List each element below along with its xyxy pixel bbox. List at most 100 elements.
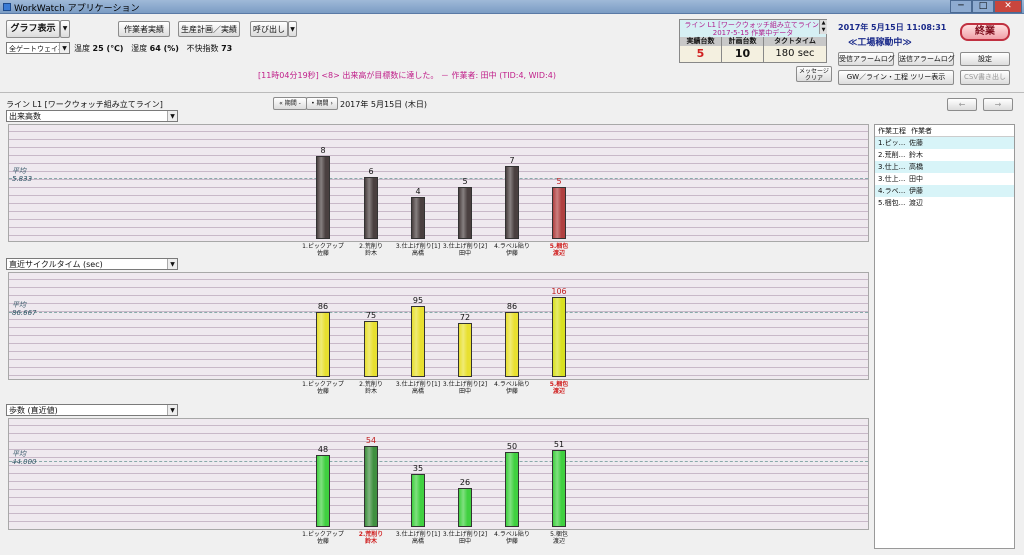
- bar-category-worker: 鈴木: [364, 538, 377, 545]
- temp-value: 25 (℃): [92, 44, 124, 53]
- humidity-label: 湿度: [131, 44, 148, 53]
- bar-category-label: 3.仕上げ削り[1] 高橋: [394, 381, 442, 395]
- chart-bar[interactable]: [552, 297, 566, 377]
- gridline: [9, 481, 868, 482]
- worker-list-row[interactable]: 2.荒削... 鈴木: [875, 149, 1014, 161]
- bar-category-label: 3.仕上げ削り[1] 高橋: [394, 531, 442, 545]
- chart-bar[interactable]: [316, 454, 330, 527]
- worker-list-header-process: 作業工程: [878, 127, 906, 135]
- chart-bar[interactable]: [411, 305, 425, 377]
- period-line-title: ライン L1 [ワークウォッチ組み立てライン]: [6, 100, 163, 109]
- forward-button[interactable]: →: [983, 98, 1013, 111]
- gridline: [9, 497, 868, 498]
- tree-view-button[interactable]: GW／ライン・工程 ツリー表示: [838, 70, 954, 85]
- period-prev-button[interactable]: « 期間 -: [273, 97, 307, 110]
- gridline: [9, 351, 868, 352]
- end-work-button[interactable]: 終業: [960, 23, 1010, 41]
- gateway-select[interactable]: 全ゲートウェイ平均 ▼: [6, 42, 70, 54]
- chart-bar[interactable]: [458, 187, 472, 239]
- close-button[interactable]: ✕: [994, 0, 1022, 13]
- call-dropdown-icon[interactable]: ▼: [288, 21, 297, 37]
- chart-bar[interactable]: [505, 166, 519, 239]
- env-readings: 温度 25 (℃) 湿度 64 (%) 不快指数 73: [74, 43, 232, 54]
- chart-bar[interactable]: [411, 474, 425, 527]
- bar-value-label: 8: [320, 145, 326, 155]
- bar-category-worker: 渡辺: [552, 538, 565, 545]
- line-info-subtitle: 2017-5-15 作業中データ: [712, 29, 794, 37]
- chart-metric-select[interactable]: 歩数 (直近値) ▼: [6, 404, 178, 416]
- period-next-button[interactable]: • 期間 ›: [306, 97, 338, 110]
- bar-category-process: 3.仕上げ削り[1]: [395, 381, 441, 388]
- bar-category-worker: 田中: [458, 250, 471, 257]
- chart-bar[interactable]: [364, 176, 378, 239]
- chart-bar[interactable]: [458, 322, 472, 377]
- gridline: [9, 505, 868, 506]
- graph-display-dropdown-icon[interactable]: ▼: [60, 20, 70, 38]
- chart-bar[interactable]: [316, 155, 330, 239]
- worker-list-row[interactable]: 5.梱包... 渡辺: [875, 197, 1014, 209]
- gridline: [9, 513, 868, 514]
- bar-category-label: 4.ラベル貼り 伊藤: [488, 531, 536, 545]
- csv-export-button[interactable]: CSV書き出し: [960, 70, 1010, 85]
- average-value: 5.833: [12, 175, 33, 184]
- worker-list-row[interactable]: 4.ラベ... 伊藤: [875, 185, 1014, 197]
- plan-count-header: 計画台数: [722, 37, 764, 46]
- gridline: [9, 449, 868, 450]
- gridline: [9, 359, 868, 360]
- recv-alarm-log-button[interactable]: 受信アラームログ: [838, 52, 895, 66]
- bar-category-process: 2.荒削り: [359, 381, 383, 388]
- graph-display-button[interactable]: グラフ表示: [6, 20, 60, 38]
- line-info-scroll-icon[interactable]: ▲ ▼: [819, 20, 827, 34]
- chart-bar[interactable]: [552, 450, 566, 527]
- call-button[interactable]: 呼び出し: [250, 21, 288, 37]
- bar-category-worker: 田中: [458, 538, 471, 545]
- gridline: [9, 163, 868, 164]
- app-icon: [3, 3, 11, 11]
- chart-bar[interactable]: [364, 445, 378, 527]
- chart-bar[interactable]: [505, 451, 519, 527]
- bar-category-label: 5.梱包 渡辺: [535, 381, 583, 395]
- chart-plot-area: 平均 5.833 8 6 4 5 7 5: [8, 124, 869, 242]
- average-line: [9, 460, 868, 462]
- back-button[interactable]: ←: [947, 98, 977, 111]
- bar-category-worker: 伊藤: [505, 388, 518, 395]
- chart-bar[interactable]: [411, 197, 425, 239]
- bar-category-label: 1.ピックアップ 佐藤: [299, 243, 347, 257]
- gridline: [9, 195, 868, 196]
- bar-value-label: 4: [415, 187, 421, 197]
- chart-bar[interactable]: [316, 312, 330, 377]
- chart-bar[interactable]: [364, 320, 378, 377]
- worker-actual-button[interactable]: 作業者実績: [118, 21, 170, 37]
- bar-category-process: 5.梱包: [549, 381, 569, 388]
- gridline: [9, 521, 868, 522]
- chart-metric-select-value: 歩数 (直近値): [9, 406, 58, 415]
- bar-category-label: 4.ラベル貼り 伊藤: [488, 381, 536, 395]
- settings-button[interactable]: 設定: [960, 52, 1010, 66]
- worker-list-row[interactable]: 3.仕上... 高橋: [875, 161, 1014, 173]
- worker-list-row[interactable]: 1.ピッ... 佐藤: [875, 137, 1014, 149]
- worker-list-worker: 佐藤: [909, 139, 923, 147]
- message-clear-button[interactable]: メッセージクリア: [796, 66, 832, 82]
- chart-metric-select[interactable]: 出来高数 ▼: [6, 110, 178, 122]
- bar-category-worker: 高橋: [411, 250, 424, 257]
- bar-value-label: 50: [506, 441, 518, 451]
- bar-category-worker: 渡辺: [552, 250, 565, 257]
- bar-value-label: 5: [462, 177, 468, 186]
- average-label: 平均: [12, 449, 26, 458]
- send-alarm-log-button[interactable]: 送信アラームログ: [898, 52, 955, 66]
- bar-value-label: 51: [553, 440, 565, 450]
- worker-list-process: 2.荒削...: [878, 151, 906, 159]
- chart-bar[interactable]: [552, 187, 566, 239]
- bar-category-label: 3.仕上げ削り[2] 田中: [441, 531, 489, 545]
- worker-list-worker: 鈴木: [909, 151, 923, 159]
- gridline: [9, 287, 868, 288]
- gridline: [9, 457, 868, 458]
- minimize-button[interactable]: ─: [950, 0, 972, 13]
- worker-list-row[interactable]: 3.仕上... 田中: [875, 173, 1014, 185]
- gridline: [9, 433, 868, 434]
- chart-bar[interactable]: [458, 487, 472, 527]
- chart-bar[interactable]: [505, 312, 519, 377]
- production-plan-button[interactable]: 生産計画／実績: [178, 21, 240, 37]
- chart-metric-select[interactable]: 直近サイクルタイム (sec) ▼: [6, 258, 178, 270]
- maximize-button[interactable]: □: [972, 0, 994, 13]
